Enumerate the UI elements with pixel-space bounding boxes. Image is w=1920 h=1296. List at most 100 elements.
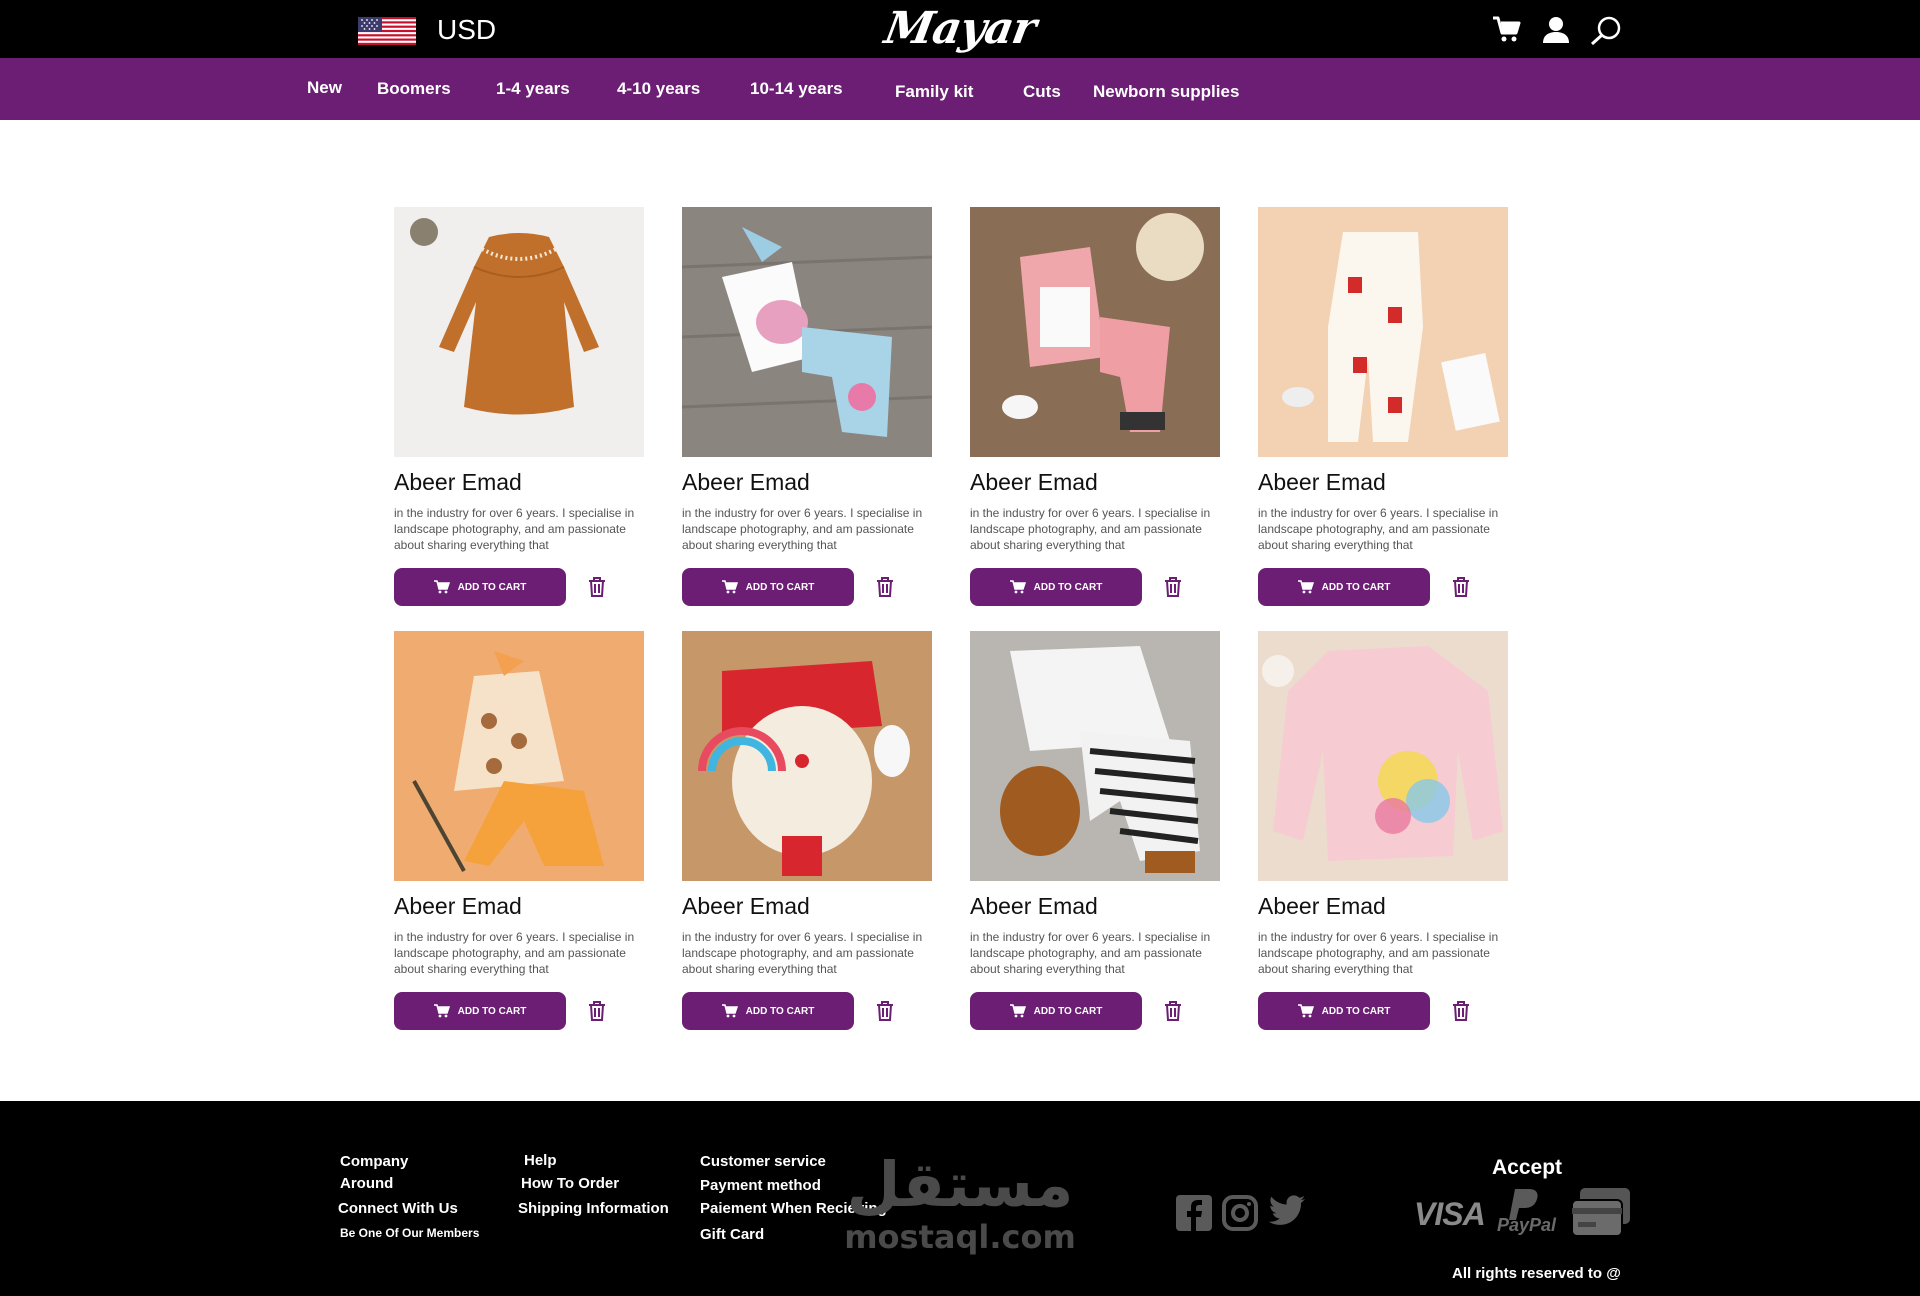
- product-image[interactable]: [394, 631, 644, 881]
- credit-card-icon: [1570, 1186, 1632, 1245]
- product-card: Abeer Emad in the industry for over 6 ye…: [970, 631, 1220, 1030]
- add-to-cart-button[interactable]: ADD TO CART: [682, 992, 854, 1030]
- product-title[interactable]: Abeer Emad: [970, 469, 1098, 496]
- product-title[interactable]: Abeer Emad: [682, 893, 810, 920]
- product-card: Abeer Emad in the industry for over 6 ye…: [394, 631, 644, 1030]
- nav-item-boomers[interactable]: Boomers: [377, 79, 451, 99]
- add-to-cart-label: ADD TO CART: [1033, 1005, 1103, 1017]
- footer-link-company[interactable]: Company: [340, 1153, 408, 1170]
- add-to-cart-label: ADD TO CART: [1033, 581, 1103, 593]
- footer-link-payment-method[interactable]: Payment method: [700, 1177, 821, 1194]
- product-image[interactable]: [970, 207, 1220, 457]
- trash-icon[interactable]: [1164, 1001, 1182, 1021]
- search-icon[interactable]: [1590, 16, 1622, 51]
- product-card: Abeer Emad in the industry for over 6 ye…: [682, 631, 932, 1030]
- footer-link-help[interactable]: Help: [524, 1152, 557, 1169]
- product-image[interactable]: [970, 631, 1220, 881]
- add-to-cart-button[interactable]: ADD TO CART: [1258, 992, 1430, 1030]
- cart-icon: [1009, 580, 1026, 594]
- cart-icon: [433, 580, 450, 594]
- footer-link-around[interactable]: Around: [340, 1175, 393, 1192]
- product-card: Abeer Emad in the industry for over 6 ye…: [1258, 631, 1508, 1030]
- currency-selector[interactable]: USD: [437, 14, 496, 46]
- trash-icon[interactable]: [876, 1001, 894, 1021]
- nav-item-4-10-years[interactable]: 4-10 years: [617, 79, 700, 99]
- footer-link-shipping[interactable]: Shipping Information: [518, 1200, 669, 1217]
- trash-icon[interactable]: [588, 1001, 606, 1021]
- add-to-cart-label: ADD TO CART: [1321, 1005, 1391, 1017]
- product-card: Abeer Emad in the industry for over 6 ye…: [970, 207, 1220, 606]
- watermark-url: mostaql.com: [844, 1218, 1076, 1256]
- add-to-cart-button[interactable]: ADD TO CART: [970, 568, 1142, 606]
- trash-icon[interactable]: [876, 577, 894, 597]
- product-image[interactable]: [1258, 207, 1508, 457]
- add-to-cart-label: ADD TO CART: [457, 581, 527, 593]
- product-image[interactable]: [1258, 631, 1508, 881]
- product-title[interactable]: Abeer Emad: [682, 469, 810, 496]
- nav-item-new[interactable]: New: [307, 78, 342, 98]
- product-card: Abeer Emad in the industry for over 6 ye…: [1258, 207, 1508, 606]
- trash-icon[interactable]: [1452, 1001, 1470, 1021]
- add-to-cart-button[interactable]: ADD TO CART: [970, 992, 1142, 1030]
- add-to-cart-button[interactable]: ADD TO CART: [394, 992, 566, 1030]
- watermark-arabic: مستقل: [846, 1148, 1074, 1221]
- paypal-label: PayPal: [1497, 1215, 1557, 1235]
- product-description: in the industry for over 6 years. I spec…: [682, 930, 923, 976]
- copyright-text: All rights reserved to @: [1452, 1265, 1621, 1282]
- product-card: Abeer Emad in the industry for over 6 ye…: [394, 207, 644, 606]
- watermark: مستقل mostaql.com: [840, 1148, 1080, 1256]
- cart-icon: [1009, 1004, 1026, 1018]
- product-title[interactable]: Abeer Emad: [394, 893, 522, 920]
- nav-item-newborn-supplies[interactable]: Newborn supplies: [1093, 82, 1239, 102]
- product-description: in the industry for over 6 years. I spec…: [394, 930, 635, 976]
- instagram-icon[interactable]: [1222, 1195, 1258, 1236]
- nav-item-cuts[interactable]: Cuts: [1023, 82, 1061, 102]
- product-description: in the industry for over 6 years. I spec…: [682, 506, 923, 552]
- visa-logo: VISA: [1414, 1196, 1486, 1232]
- product-description: in the industry for over 6 years. I spec…: [1258, 506, 1499, 552]
- add-to-cart-label: ADD TO CART: [1321, 581, 1391, 593]
- footer-link-how-to-order[interactable]: How To Order: [521, 1175, 619, 1192]
- product-title[interactable]: Abeer Emad: [1258, 893, 1386, 920]
- add-to-cart-button[interactable]: ADD TO CART: [1258, 568, 1430, 606]
- footer-link-gift-card[interactable]: Gift Card: [700, 1226, 764, 1243]
- add-to-cart-label: ADD TO CART: [745, 1005, 815, 1017]
- cart-icon: [1297, 580, 1314, 594]
- product-description: in the industry for over 6 years. I spec…: [970, 506, 1211, 552]
- top-bar: USD Mayar Store: [0, 0, 1920, 112]
- trash-icon[interactable]: [1452, 577, 1470, 597]
- user-icon[interactable]: [1542, 16, 1570, 49]
- product-image[interactable]: [682, 631, 932, 881]
- product-image[interactable]: [682, 207, 932, 457]
- add-to-cart-button[interactable]: ADD TO CART: [682, 568, 854, 606]
- nav-item-family-kit[interactable]: Family kit: [895, 82, 973, 102]
- add-to-cart-label: ADD TO CART: [457, 1005, 527, 1017]
- product-title[interactable]: Abeer Emad: [970, 893, 1098, 920]
- product-description: in the industry for over 6 years. I spec…: [394, 506, 635, 552]
- us-flag-icon[interactable]: [358, 17, 416, 45]
- product-title[interactable]: Abeer Emad: [1258, 469, 1386, 496]
- cart-icon[interactable]: [1492, 16, 1522, 49]
- product-description: in the industry for over 6 years. I spec…: [970, 930, 1211, 976]
- nav-item-10-14-years[interactable]: 10-14 years: [750, 79, 843, 99]
- footer-link-connect[interactable]: Connect With Us: [338, 1200, 458, 1217]
- add-to-cart-label: ADD TO CART: [745, 581, 815, 593]
- cart-icon: [721, 1004, 738, 1018]
- nav-item-1-4-years[interactable]: 1-4 years: [496, 79, 570, 99]
- cart-icon: [433, 1004, 450, 1018]
- category-nav: New Boomers 1-4 years 4-10 years 10-14 y…: [0, 58, 1920, 120]
- accept-label: Accept: [1492, 1156, 1563, 1179]
- product-title[interactable]: Abeer Emad: [394, 469, 522, 496]
- footer-link-customer-service[interactable]: Customer service: [700, 1153, 826, 1170]
- store-logo[interactable]: Mayar Store: [845, 0, 1075, 112]
- product-image[interactable]: [394, 207, 644, 457]
- product-description: in the industry for over 6 years. I spec…: [1258, 930, 1499, 976]
- cart-icon: [721, 580, 738, 594]
- trash-icon[interactable]: [588, 577, 606, 597]
- product-card: Abeer Emad in the industry for over 6 ye…: [682, 207, 932, 606]
- add-to-cart-button[interactable]: ADD TO CART: [394, 568, 566, 606]
- twitter-icon[interactable]: [1268, 1195, 1306, 1232]
- trash-icon[interactable]: [1164, 577, 1182, 597]
- footer-link-members[interactable]: Be One Of Our Members: [340, 1226, 479, 1240]
- facebook-icon[interactable]: [1176, 1195, 1212, 1236]
